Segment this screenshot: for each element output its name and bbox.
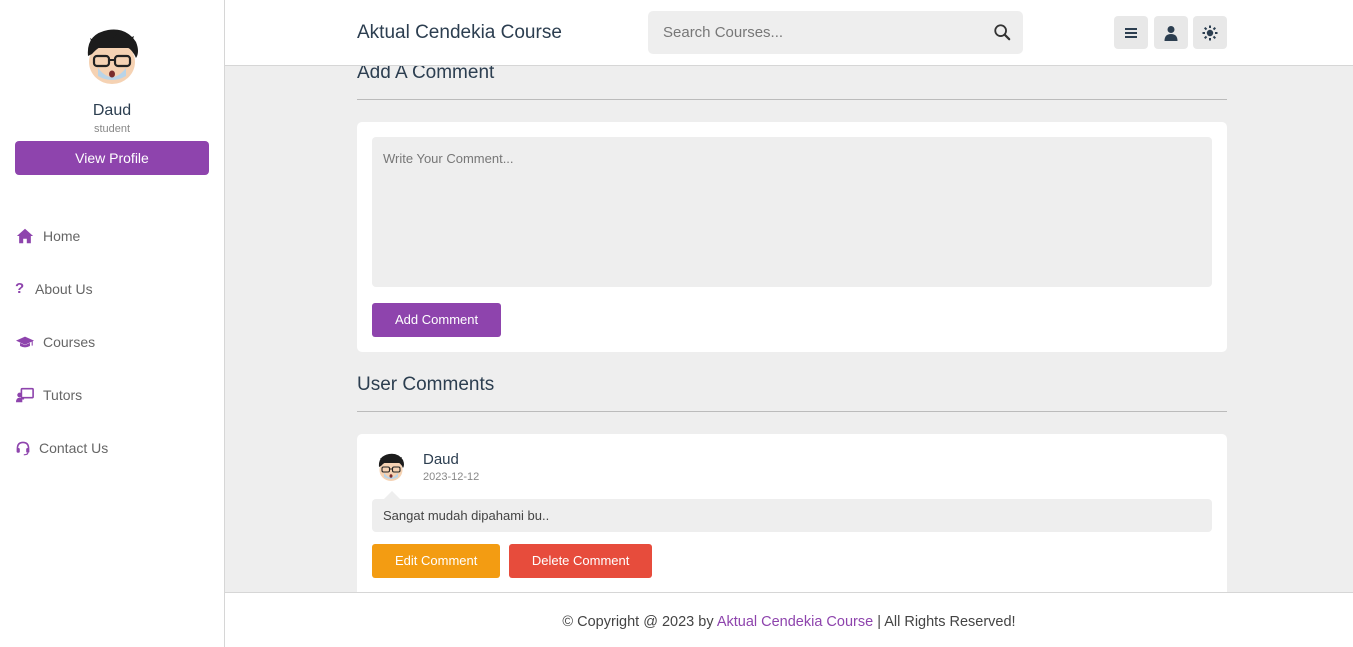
top-header: Aktual Cendekia Course <box>225 0 1353 66</box>
sidebar: Daud student View Profile Home ? About U… <box>0 0 225 647</box>
comment-card: Daud 2023-12-12 Sangat mudah dipahami bu… <box>357 434 1227 594</box>
footer-copyright: © Copyright @ 2023 by <box>562 614 714 630</box>
footer-rights: | All Rights Reserved! <box>877 614 1016 630</box>
search-bar <box>648 11 1023 54</box>
footer: © Copyright @ 2023 by Aktual Cendekia Co… <box>225 592 1353 647</box>
comment-author-name: Daud <box>423 451 459 468</box>
sidebar-item-label: Courses <box>43 333 96 350</box>
user-icon <box>1164 25 1178 41</box>
comment-text: Sangat mudah dipahami bu.. <box>372 491 1212 532</box>
menu-icon <box>1125 27 1137 38</box>
sidebar-item-about[interactable]: ? About Us <box>0 262 224 315</box>
home-icon <box>15 227 35 245</box>
search-icon[interactable] <box>993 23 1011 41</box>
user-comments-heading: User Comments <box>357 374 1227 412</box>
comment-actions: Edit Comment Delete Comment <box>372 544 1212 578</box>
comment-date: 2023-12-12 <box>423 471 480 483</box>
edit-comment-button[interactable]: Edit Comment <box>372 544 501 578</box>
comment-author: Daud 2023-12-12 <box>372 449 1212 483</box>
add-comment-heading: Add A Comment <box>357 62 1227 100</box>
sidebar-item-label: Home <box>43 227 81 244</box>
graduation-cap-icon <box>15 333 35 351</box>
chalkboard-teacher-icon <box>15 386 35 404</box>
sidebar-item-courses[interactable]: Courses <box>0 315 224 368</box>
view-profile-button[interactable]: View Profile <box>15 141 209 175</box>
add-comment-button[interactable]: Add Comment <box>372 303 502 337</box>
headset-icon <box>15 439 31 457</box>
search-input[interactable] <box>648 11 968 54</box>
profile-name: Daud <box>92 102 132 119</box>
avatar <box>378 453 404 481</box>
delete-comment-button[interactable]: Delete Comment <box>508 544 653 578</box>
brand-title[interactable]: Aktual Cendekia Course <box>357 22 562 44</box>
profile-panel: Daud student View Profile <box>0 0 224 175</box>
user-button[interactable] <box>1154 16 1188 49</box>
sidebar-item-home[interactable]: Home <box>0 209 224 262</box>
theme-toggle-button[interactable] <box>1193 16 1227 49</box>
sidebar-nav: Home ? About Us Courses Tutors Contact U… <box>0 209 224 474</box>
sidebar-item-label: Contact Us <box>39 439 109 456</box>
comment-author-info: Daud 2023-12-12 <box>423 451 479 483</box>
add-comment-card: Add Comment <box>357 122 1227 352</box>
footer-brand-link[interactable]: Aktual Cendekia Course <box>717 614 873 630</box>
avatar[interactable] <box>80 24 144 88</box>
sun-icon <box>1202 25 1218 40</box>
sidebar-item-tutors[interactable]: Tutors <box>0 368 224 421</box>
menu-button[interactable] <box>1114 16 1148 49</box>
profile-role: student <box>93 123 131 135</box>
sidebar-item-label: Tutors <box>43 386 83 403</box>
question-icon: ? <box>15 280 25 297</box>
sidebar-item-label: About Us <box>35 280 93 297</box>
sidebar-item-contact[interactable]: Contact Us <box>0 421 224 474</box>
main-content: Add A Comment Add Comment User Comments … <box>357 62 1227 594</box>
comment-textarea[interactable] <box>372 137 1212 287</box>
